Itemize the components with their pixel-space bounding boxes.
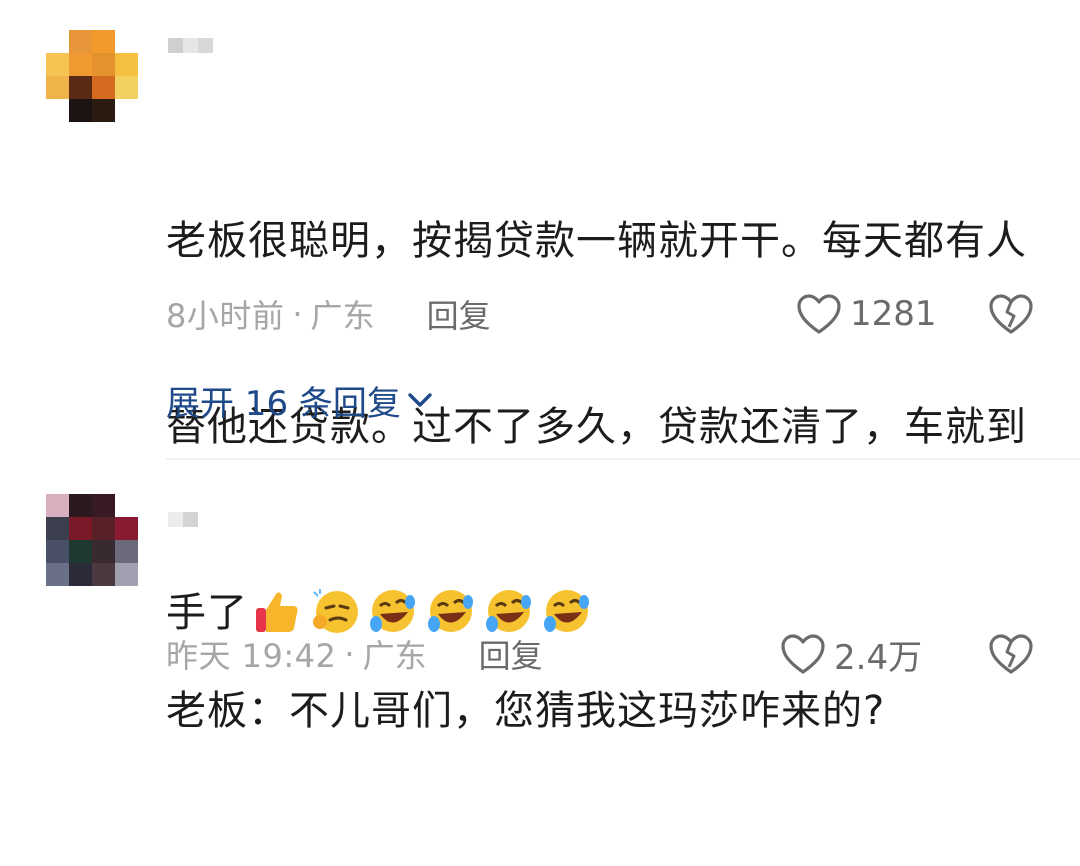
- chevron-down-icon: [408, 393, 432, 407]
- like-count: 1281: [850, 294, 937, 334]
- like-count: 2.4万: [834, 637, 923, 678]
- username-blurred[interactable]: [168, 38, 213, 53]
- reply-button[interactable]: 回复: [427, 291, 491, 337]
- like-button[interactable]: 1281: [796, 292, 937, 336]
- expand-replies-button[interactable]: 展开 16 条回复: [166, 378, 433, 424]
- comment-time: 8小时前: [166, 297, 285, 335]
- comment-meta: 昨天 19:42 · 广东 回复: [166, 632, 543, 676]
- avatar[interactable]: [46, 494, 138, 586]
- comment-item: 老板：不儿哥们，您猜我这玛莎咋来的? 昨天 19:42 · 广东 回复 2.4万: [0, 460, 1080, 734]
- comment-item: 老板很聪明，按揭贷款一辆就开干。每天都有人 替他还贷款。过不了多久，贷款还清了，…: [0, 0, 1080, 636]
- avatar[interactable]: [46, 30, 138, 122]
- comment-text-line: 老板很聪明，按揭贷款一辆就开干。每天都有人: [166, 218, 1027, 264]
- expand-replies-label: 展开 16 条回复: [166, 383, 401, 424]
- heart-icon: [781, 634, 825, 674]
- comment-time: 昨天 19:42: [166, 637, 337, 675]
- comment-location: 广东: [362, 637, 427, 675]
- separator-dot: ·: [344, 635, 355, 673]
- broken-heart-icon[interactable]: [988, 293, 1034, 335]
- username-blurred[interactable]: [168, 512, 198, 527]
- separator-dot: ·: [292, 295, 303, 333]
- comment-text: 老板：不儿哥们，您猜我这玛莎咋来的?: [166, 556, 1036, 866]
- reply-button[interactable]: 回复: [479, 631, 543, 677]
- comment-text-line: 老板：不儿哥们，您猜我这玛莎咋来的?: [166, 688, 886, 734]
- comment-location: 广东: [310, 297, 375, 335]
- comment-meta: 8小时前 · 广东 回复: [166, 292, 491, 336]
- broken-heart-icon[interactable]: [988, 633, 1034, 675]
- like-button[interactable]: 2.4万: [780, 632, 923, 678]
- heart-icon: [797, 294, 841, 334]
